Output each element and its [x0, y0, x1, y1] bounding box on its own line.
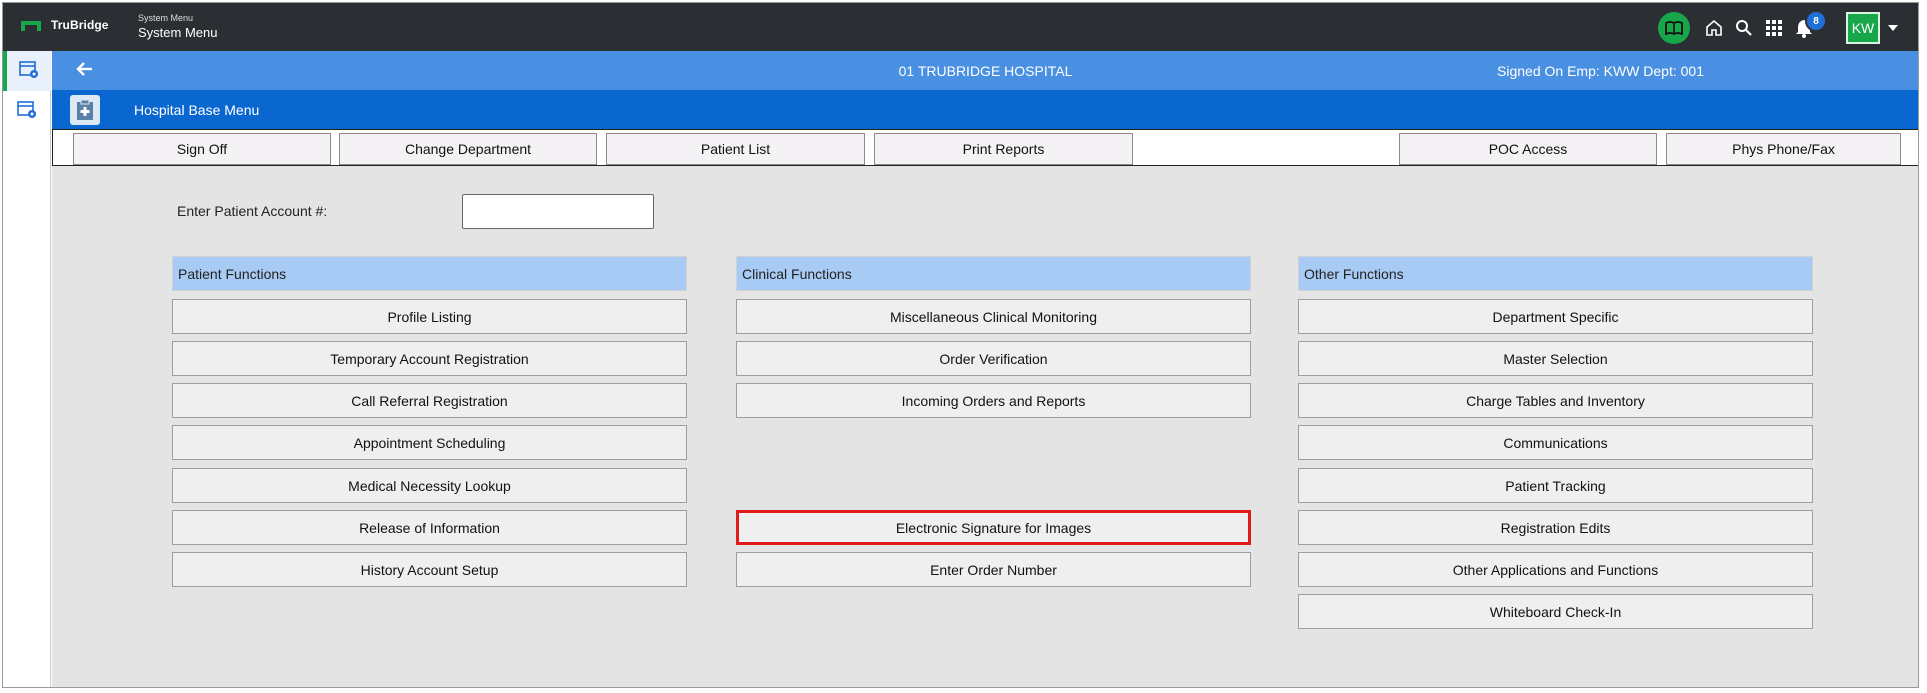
- trubridge-logo-icon: [21, 19, 41, 31]
- apps-grid-icon[interactable]: [1760, 13, 1788, 43]
- rail-item-system-menu[interactable]: [3, 51, 51, 91]
- brand-name: TruBridge: [51, 18, 109, 32]
- patient-list-button[interactable]: Patient List: [606, 133, 865, 165]
- signed-on-status: Signed On Emp: KWW Dept: 001: [1497, 63, 1704, 79]
- clinical-functions-header: Clinical Functions: [736, 256, 1251, 291]
- app-window: TruBridge System Menu System Menu 8 KW 0…: [2, 2, 1919, 688]
- home-icon[interactable]: [1700, 13, 1728, 43]
- chevron-down-icon[interactable]: [1888, 25, 1898, 31]
- rail-item-secondary[interactable]: [3, 91, 51, 131]
- master-selection-button[interactable]: Master Selection: [1298, 341, 1813, 376]
- patient-account-label: Enter Patient Account #:: [177, 203, 328, 219]
- print-reports-button[interactable]: Print Reports: [874, 133, 1133, 165]
- communications-button[interactable]: Communications: [1298, 425, 1813, 460]
- breadcrumb: System Menu System Menu: [138, 13, 218, 40]
- main-content: Enter Patient Account #: Patient Functio…: [52, 166, 1918, 687]
- patient-account-input[interactable]: [462, 194, 654, 229]
- registration-edits-button[interactable]: Registration Edits: [1298, 510, 1813, 545]
- top-bar: TruBridge System Menu System Menu 8 KW: [3, 3, 1918, 51]
- other-applications-and-functions-button[interactable]: Other Applications and Functions: [1298, 552, 1813, 587]
- change-department-button[interactable]: Change Department: [339, 133, 597, 165]
- clipboard-icon: [70, 95, 100, 125]
- breadcrumb-current: System Menu: [138, 25, 218, 40]
- action-bar: Sign Off Change Department Patient List …: [52, 129, 1918, 166]
- book-icon[interactable]: [1658, 12, 1690, 44]
- poc-access-button[interactable]: POC Access: [1399, 133, 1657, 165]
- release-of-information-button[interactable]: Release of Information: [172, 510, 687, 545]
- appointment-scheduling-button[interactable]: Appointment Scheduling: [172, 425, 687, 460]
- sign-off-button[interactable]: Sign Off: [73, 133, 331, 165]
- patient-tracking-button[interactable]: Patient Tracking: [1298, 468, 1813, 503]
- phys-phone-fax-button[interactable]: Phys Phone/Fax: [1666, 133, 1901, 165]
- search-icon[interactable]: [1730, 13, 1758, 43]
- patient-functions-header: Patient Functions: [172, 256, 687, 291]
- temporary-account-registration-button[interactable]: Temporary Account Registration: [172, 341, 687, 376]
- menu-title-bar: Hospital Base Menu: [52, 90, 1918, 129]
- order-verification-button[interactable]: Order Verification: [736, 341, 1251, 376]
- notification-badge: 8: [1805, 10, 1827, 32]
- avatar[interactable]: KW: [1846, 12, 1880, 44]
- department-specific-button[interactable]: Department Specific: [1298, 299, 1813, 334]
- header-bar: 01 TRUBRIDGE HOSPITAL Signed On Emp: KWW…: [52, 51, 1918, 90]
- call-referral-registration-button[interactable]: Call Referral Registration: [172, 383, 687, 418]
- history-account-setup-button[interactable]: History Account Setup: [172, 552, 687, 587]
- window-settings-icon: [19, 60, 39, 82]
- miscellaneous-clinical-monitoring-button[interactable]: Miscellaneous Clinical Monitoring: [736, 299, 1251, 334]
- brand[interactable]: TruBridge: [21, 18, 109, 32]
- enter-order-number-button[interactable]: Enter Order Number: [736, 552, 1251, 587]
- whiteboard-check-in-button[interactable]: Whiteboard Check-In: [1298, 594, 1813, 629]
- bell-icon[interactable]: 8: [1790, 10, 1827, 43]
- profile-listing-button[interactable]: Profile Listing: [172, 299, 687, 334]
- left-rail: [3, 51, 51, 687]
- breadcrumb-parent: System Menu: [138, 13, 194, 23]
- medical-necessity-lookup-button[interactable]: Medical Necessity Lookup: [172, 468, 687, 503]
- window-settings-icon: [17, 100, 37, 122]
- topbar-icons: 8 KW: [1658, 10, 1898, 44]
- other-functions-header: Other Functions: [1298, 256, 1813, 291]
- electronic-signature-for-images-button[interactable]: Electronic Signature for Images: [736, 510, 1251, 545]
- incoming-orders-and-reports-button[interactable]: Incoming Orders and Reports: [736, 383, 1251, 418]
- page-title: Hospital Base Menu: [134, 102, 260, 118]
- charge-tables-and-inventory-button[interactable]: Charge Tables and Inventory: [1298, 383, 1813, 418]
